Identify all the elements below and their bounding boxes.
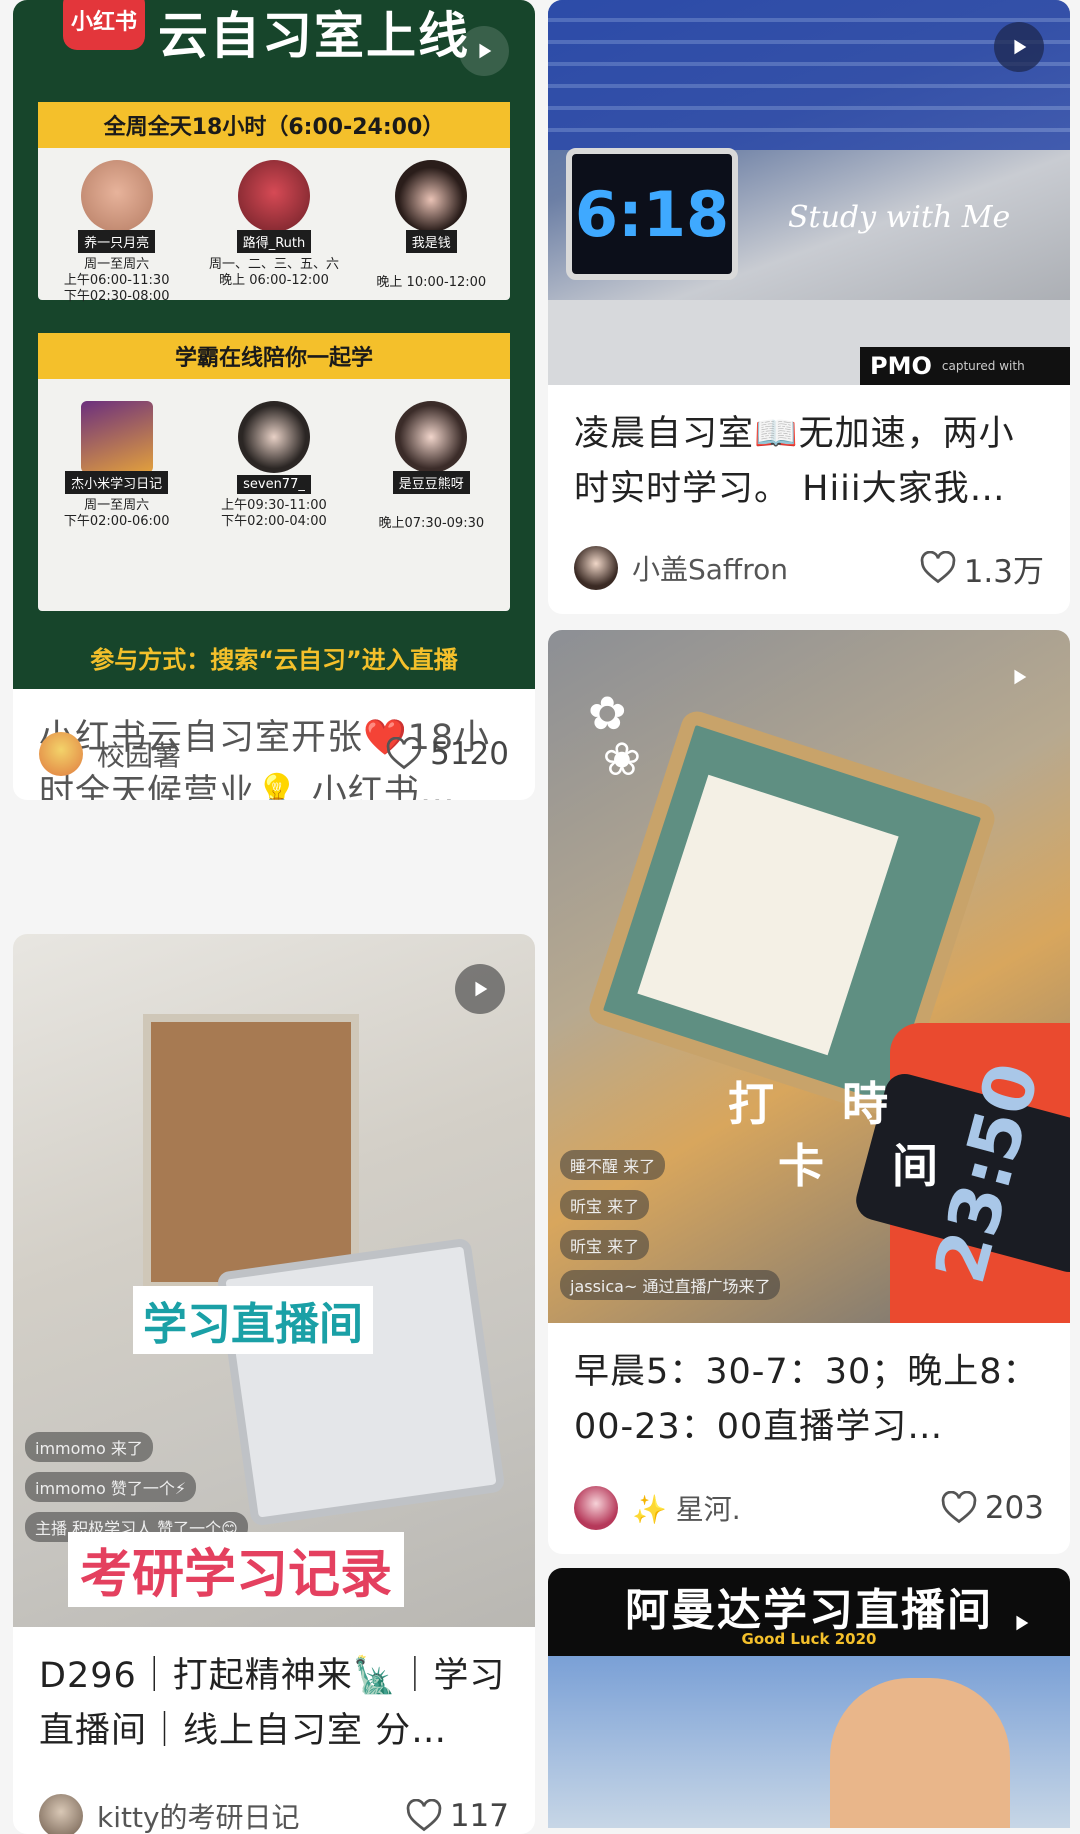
note-meta: kitty的考研日记 117 — [39, 1792, 509, 1834]
note-title[interactable]: 早晨5：30-7：30；晚上8：00-23：00直播学习… — [548, 1323, 1070, 1455]
play-icon[interactable] — [459, 26, 509, 76]
note-cover[interactable]: 6:18 Study with Me PMO captured with — [548, 0, 1070, 385]
watermark-brand: PMO — [870, 352, 932, 380]
host-avatar — [395, 401, 468, 473]
host-name: 养一只月亮 — [78, 230, 156, 253]
note-title[interactable]: D296｜打起精神来🗽｜学习直播间｜线上自习室 分… — [13, 1627, 535, 1759]
watermark: PMO captured with — [860, 347, 1070, 385]
note-title[interactable]: 凌晨自习室📖无加速，两小时实时学习。 Hiii大家我… — [548, 385, 1070, 517]
panel-banner: 学霸在线陪你一起学 — [38, 333, 510, 379]
note-card[interactable]: 小红书 云自习室上线 全周全天18小时（6:00-24:00） 养一只月亮 周一… — [13, 0, 535, 800]
cover-text-line2: 卡 间 — [778, 1139, 965, 1193]
note-cover[interactable]: 23:50 打 時 卡 间 睡不醒 来了 昕宝 来了 昕宝 来了 jassica… — [548, 630, 1070, 1323]
schedule-panel-2: 学霸在线陪你一起学 杰小米学习日记 周一至周六 下午02:00-06:00 se… — [38, 333, 510, 611]
play-icon[interactable] — [996, 1598, 1046, 1648]
heart-icon — [920, 551, 955, 584]
schedule-panel-1: 全周全天18小时（6:00-24:00） 养一只月亮 周一至周六 上午06:00… — [38, 102, 510, 304]
cover-subtitle: Good Luck 2020 — [741, 1630, 877, 1648]
like-count: 1.3万 — [963, 553, 1044, 590]
host-avatar — [80, 160, 153, 232]
live-comment: immomo 赞了一个⚡ — [25, 1472, 197, 1502]
author-avatar[interactable] — [574, 1486, 618, 1530]
author-name[interactable]: ✨ 星河. — [632, 1488, 941, 1528]
live-comment: immomo 来了 — [25, 1432, 153, 1462]
play-icon[interactable] — [994, 652, 1044, 702]
person-graphic — [830, 1678, 1010, 1828]
host-name: seven77_ — [237, 475, 311, 494]
like-count: 117 — [449, 1798, 509, 1834]
window-blinds-graphic — [548, 0, 1070, 150]
note-card[interactable]: 阿曼达学习直播间 Good Luck 2020 — [548, 1568, 1070, 1828]
cover-text-line1: 打 時 — [728, 1077, 915, 1131]
note-card[interactable]: 学习直播间 immomo 来了 immomo 赞了一个⚡ 主播 积极学习人 赞了… — [13, 934, 535, 1834]
host-avatar — [237, 160, 310, 232]
cover-script-text: Study with Me — [788, 200, 1011, 235]
play-icon[interactable] — [994, 22, 1044, 72]
panel-banner: 全周全天18小时（6:00-24:00） — [38, 102, 510, 148]
host-item: seven77_ 上午09:30-11:00 下午02:00-04:00 — [204, 401, 344, 532]
like-count: 203 — [984, 1490, 1044, 1526]
host-item: 路得_Ruth 周一、二、三、五、六 晚上 06:00-12:00 — [204, 160, 344, 305]
host-time: 晚上07:30-09:30 — [378, 516, 485, 531]
xiaohongshu-logo: 小红书 — [63, 0, 145, 50]
host-name: 路得_Ruth — [236, 230, 312, 253]
author-name[interactable]: 校园薯 — [97, 734, 386, 774]
heart-icon — [386, 737, 422, 770]
note-card[interactable]: 6:18 Study with Me PMO captured with 凌晨自… — [548, 0, 1070, 614]
play-icon[interactable] — [455, 964, 505, 1014]
host-name: 是豆豆熊呀 — [392, 471, 470, 494]
author-name[interactable]: kitty的考研日记 — [97, 1796, 406, 1834]
heart-icon — [941, 1491, 977, 1524]
host-item: 养一只月亮 周一至周六 上午06:00-11:30 下午02:30-08:00 — [47, 160, 187, 305]
like-button[interactable]: 1.3万 — [920, 546, 1044, 591]
host-time: 上午09:30-11:00 下午02:00-04:00 — [221, 498, 327, 529]
author-avatar[interactable] — [39, 1794, 83, 1834]
host-name: 我是钱 — [405, 230, 457, 253]
like-button[interactable]: 117 — [406, 1798, 509, 1834]
host-item: 是豆豆熊呀 晚上07:30-09:30 — [361, 401, 501, 532]
host-time: 周一至周六 上午06:00-11:30 下午02:30-08:00 — [63, 257, 170, 304]
host-time: 晚上 10:00-12:00 — [376, 275, 487, 290]
like-button[interactable]: 203 — [941, 1490, 1044, 1526]
author-name[interactable]: 小盖Saffron — [632, 548, 920, 588]
host-avatar — [395, 160, 468, 232]
note-cover[interactable]: 学习直播间 immomo 来了 immomo 赞了一个⚡ 主播 积极学习人 赞了… — [13, 934, 535, 1627]
corkboard-graphic — [143, 1014, 359, 1290]
tablet-graphic — [216, 1237, 506, 1527]
note-meta: 校园薯 5120 — [39, 730, 509, 778]
like-button[interactable]: 5120 — [386, 736, 509, 772]
cover-tag-top: 学习直播间 — [133, 1286, 373, 1354]
note-meta: ✨ 星河. 203 — [574, 1484, 1044, 1532]
live-comment: 昕宝 来了 — [560, 1230, 650, 1260]
host-item: 我是钱 晚上 10:00-12:00 — [361, 160, 501, 305]
live-comment: 睡不醒 来了 — [560, 1150, 666, 1180]
host-avatar — [80, 401, 153, 473]
flower-sticker-icon: ✿ ❀ — [588, 686, 642, 786]
poster-footer: 参与方式：搜索“云自习”进入直播 — [90, 646, 458, 674]
cover-title: 阿曼达学习直播间 — [625, 1585, 993, 1636]
author-avatar[interactable] — [574, 546, 618, 590]
cover-tag-bottom: 考研学习记录 — [68, 1532, 405, 1607]
live-comment: jassica~ 通过直播广场来了 — [560, 1270, 781, 1300]
clock-display: 6:18 — [566, 148, 738, 280]
watermark-caption: captured with — [941, 359, 1025, 373]
host-time: 周一至周六 下午02:00-06:00 — [63, 498, 170, 529]
host-item: 杰小米学习日记 周一至周六 下午02:00-06:00 — [47, 401, 187, 532]
like-count: 5120 — [430, 736, 509, 772]
poster-headline: 云自习室上线 — [158, 7, 470, 65]
heart-icon — [406, 1799, 442, 1832]
host-avatar — [237, 401, 310, 473]
author-avatar[interactable] — [39, 732, 83, 776]
note-cover[interactable]: 阿曼达学习直播间 Good Luck 2020 — [548, 1568, 1070, 1828]
note-meta: 小盖Saffron 1.3万 — [574, 544, 1044, 592]
note-cover[interactable]: 小红书 云自习室上线 全周全天18小时（6:00-24:00） 养一只月亮 周一… — [13, 0, 535, 689]
note-card[interactable]: 23:50 打 時 卡 间 睡不醒 来了 昕宝 来了 昕宝 来了 jassica… — [548, 630, 1070, 1554]
host-time: 周一、二、三、五、六 晚上 06:00-12:00 — [208, 257, 339, 288]
live-comment: 昕宝 来了 — [560, 1190, 650, 1220]
host-name: 杰小米学习日记 — [65, 471, 169, 494]
